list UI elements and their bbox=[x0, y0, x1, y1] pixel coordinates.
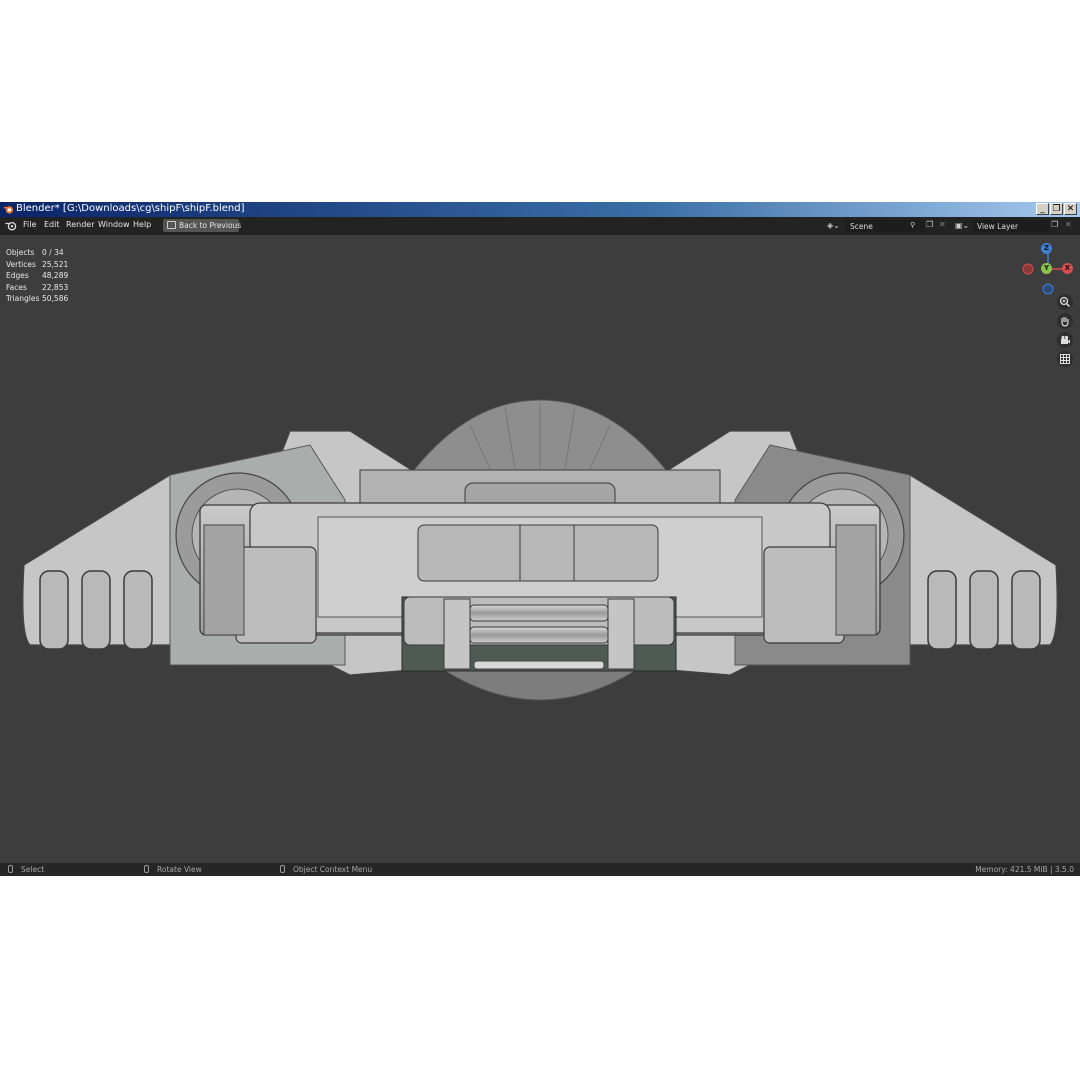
delete-scene-icon[interactable]: ✕ bbox=[939, 220, 946, 229]
new-scene-icon[interactable]: ❐ bbox=[926, 220, 933, 229]
status-object-context-menu: Object Context Menu bbox=[293, 865, 373, 874]
mouse-middle-icon bbox=[144, 865, 149, 873]
new-view-layer-icon[interactable]: ❐ bbox=[1051, 220, 1058, 229]
menu-edit[interactable]: Edit bbox=[44, 220, 60, 229]
view-layer-label: View Layer bbox=[977, 222, 1019, 231]
blender-logo-icon bbox=[3, 206, 14, 214]
back-to-previous-button[interactable]: Back to Previous bbox=[163, 219, 242, 232]
top-menu-bar: File Edit Render Window Help Back to Pre… bbox=[0, 217, 1080, 235]
spaceship-model[interactable] bbox=[0, 235, 1080, 863]
blender-window: Blender* [G:\Downloads\cg\shipF\shipF.bl… bbox=[0, 202, 1080, 876]
view-layer-field[interactable]: View Layer bbox=[973, 220, 1049, 232]
scene-selector-icon[interactable]: ◈⌄ bbox=[827, 221, 840, 230]
menu-render[interactable]: Render bbox=[66, 220, 94, 229]
status-rotate-view: Rotate View bbox=[157, 865, 202, 874]
scene-label: Scene bbox=[850, 222, 873, 231]
mouse-right-icon bbox=[280, 865, 285, 873]
blender-menu-icon[interactable] bbox=[5, 221, 17, 231]
title-bar: Blender* [G:\Downloads\cg\shipF\shipF.bl… bbox=[0, 202, 1080, 217]
minimize-button[interactable]: _ bbox=[1036, 203, 1049, 215]
back-to-previous-label: Back to Previous bbox=[179, 221, 242, 230]
menu-help[interactable]: Help bbox=[133, 220, 151, 229]
pin-icon[interactable]: ⚲ bbox=[910, 221, 915, 229]
close-button[interactable]: ✕ bbox=[1064, 203, 1077, 215]
restore-button[interactable]: ❐ bbox=[1050, 203, 1063, 215]
status-memory: Memory: 421.5 MiB | 3.5.0 bbox=[975, 865, 1074, 874]
view-layer-selector-icon[interactable]: ▣⌄ bbox=[955, 221, 969, 230]
menu-window[interactable]: Window bbox=[98, 220, 130, 229]
menu-file[interactable]: File bbox=[23, 220, 36, 229]
scene-field[interactable]: Scene ⚲ bbox=[846, 220, 924, 232]
status-bar: Select Rotate View Object Context Menu M… bbox=[0, 863, 1080, 876]
status-select: Select bbox=[21, 865, 45, 874]
window-title: Blender* [G:\Downloads\cg\shipF\shipF.bl… bbox=[16, 203, 245, 214]
3d-viewport[interactable]: Objects 0 / 34 Vertices 25,521 Edges 48,289… bbox=[0, 235, 1080, 863]
mouse-left-icon bbox=[8, 865, 13, 873]
delete-view-layer-icon[interactable]: ✕ bbox=[1065, 220, 1072, 229]
screen-icon bbox=[167, 221, 176, 229]
